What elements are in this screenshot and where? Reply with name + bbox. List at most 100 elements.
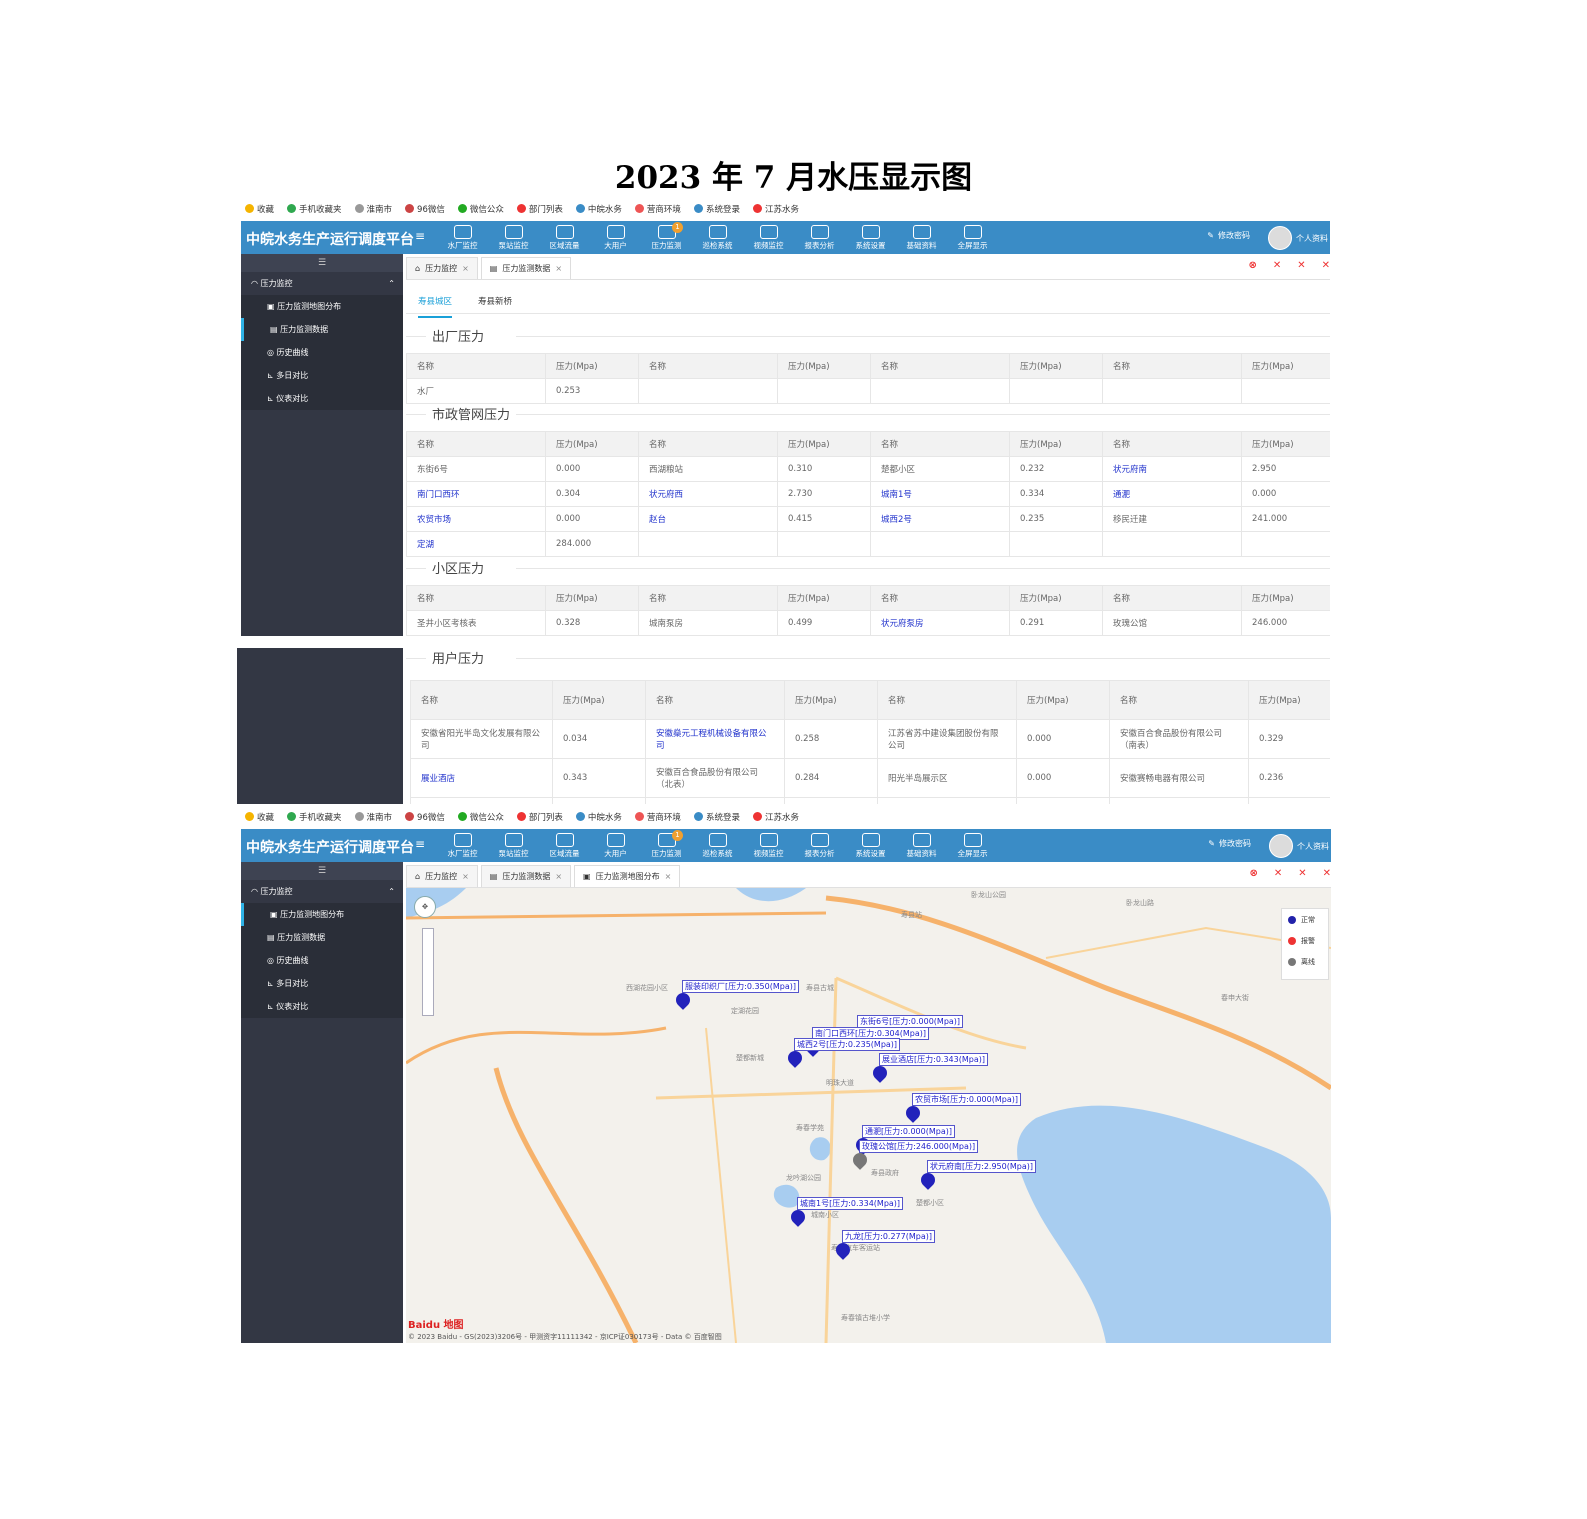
nav-item[interactable]: 系统设置 <box>845 831 896 859</box>
pressure-marker-label[interactable]: 九龙[压力:0.277(Mpa)] <box>842 1230 935 1243</box>
sidebar-item-meter[interactable]: ⊾ 仪表对比 <box>241 995 403 1018</box>
nav-item[interactable]: 巡检系统 <box>692 831 743 859</box>
tab-pressure-data[interactable]: ▤ 压力监测数据 × <box>480 865 572 887</box>
nav-item[interactable]: 报表分析 <box>794 831 845 859</box>
close-all-icon[interactable]: ⊗ <box>1249 868 1257 879</box>
nav-item[interactable]: 视频监控 <box>743 223 794 251</box>
close-icon[interactable]: × <box>665 872 672 881</box>
change-password-link[interactable]: ✎ 修改密码 <box>1207 230 1250 241</box>
sidebar-item-multiday[interactable]: ⊾ 多日对比 <box>241 972 403 995</box>
zoom-slider[interactable] <box>422 928 434 1016</box>
close-other-icon[interactable]: ✕ <box>1297 260 1305 271</box>
map-zoom-control[interactable]: ✥ <box>414 896 436 918</box>
close-icon[interactable]: ✕ <box>1322 260 1330 271</box>
pressure-marker-label[interactable]: 展业酒店[压力:0.343(Mpa)] <box>879 1053 988 1066</box>
nav-item[interactable]: 水厂监控 <box>437 223 488 251</box>
profile-menu[interactable]: 个人资料 <box>1268 226 1328 250</box>
sidebar-toggle[interactable]: ☰ <box>241 254 403 272</box>
sidebar-item-map[interactable]: ▣ 压力监测地图分布 <box>241 295 403 318</box>
station-name[interactable]: 通淝 <box>1102 481 1242 507</box>
tab-pressure-map[interactable]: ▣ 压力监测地图分布 × <box>574 865 681 887</box>
pressure-marker-label[interactable]: 玫瑰公馆[压力:246.000(Mpa)] <box>859 1140 979 1153</box>
station-name[interactable]: 城南1号 <box>870 481 1010 507</box>
bookmark-item[interactable]: 系统登录 <box>693 811 740 823</box>
sidebar-group-pressure[interactable]: ◠ 压力监控 ⌃ <box>241 272 403 295</box>
sidebar-group-pressure[interactable]: ◠ 压力监控 ⌃ <box>241 880 403 903</box>
bookmark-item[interactable]: 收藏 <box>245 203 274 215</box>
bookmark-item[interactable]: 部门列表 <box>516 811 563 823</box>
station-name[interactable]: 展业酒店 <box>410 758 553 798</box>
bookmark-item[interactable]: 江苏水务 <box>752 811 799 823</box>
pressure-marker-label[interactable]: 城南1号[压力:0.334(Mpa)] <box>797 1197 904 1210</box>
bookmark-item[interactable]: 淮南市 <box>354 203 392 215</box>
station-name[interactable]: 春申学苑 <box>645 797 785 804</box>
bookmark-item[interactable]: 收藏 <box>245 811 274 823</box>
nav-item[interactable]: 压力监测 1 <box>641 830 692 859</box>
nav-item[interactable]: 大用户 <box>590 223 641 251</box>
bookmark-item[interactable]: 微信公众 <box>457 203 504 215</box>
close-left-icon[interactable]: ✕ <box>1274 868 1282 879</box>
pressure-marker-label[interactable]: 状元府南[压力:2.950(Mpa)] <box>927 1160 1036 1173</box>
nav-item[interactable]: 系统设置 <box>845 223 896 251</box>
bookmark-item[interactable]: 系统登录 <box>693 203 740 215</box>
station-name[interactable]: 状元府西 <box>638 481 778 507</box>
bookmark-item[interactable]: 96微信 <box>405 811 445 823</box>
nav-item[interactable]: 视频监控 <box>743 831 794 859</box>
nav-item[interactable]: 全屏显示 <box>947 831 998 859</box>
subtab-shouxian-xinqiao[interactable]: 寿县新桥 <box>478 295 512 318</box>
close-icon[interactable]: × <box>555 264 562 273</box>
nav-item[interactable]: 巡检系统 <box>692 223 743 251</box>
station-name[interactable]: 城西2号 <box>870 506 1010 532</box>
bookmark-item[interactable]: 中皖水务 <box>575 811 622 823</box>
subtab-shouxian-city[interactable]: 寿县城区 <box>418 295 453 318</box>
pressure-marker-label[interactable]: 农贸市场[压力:0.000(Mpa)] <box>912 1093 1021 1106</box>
pan-icon[interactable]: ✥ <box>414 896 436 918</box>
pressure-map[interactable]: ✥ 卧龙山公园 卧龙山路 寿县站 西湖花园小区 寿县古城 定湖花园 楚都新城 明珠大道 寿春学苑… <box>406 888 1331 1343</box>
close-left-icon[interactable]: ✕ <box>1273 260 1281 271</box>
close-icon[interactable]: × <box>462 264 469 273</box>
nav-item[interactable]: 基础资料 <box>896 831 947 859</box>
station-name[interactable]: 状元府泵房 <box>870 610 1010 636</box>
nav-item[interactable]: 泵站监控 <box>488 223 539 251</box>
tab-pressure-control[interactable]: ⌂ 压力监控 × <box>406 865 478 887</box>
tab-pressure-data[interactable]: ▤ 压力监测数据 × <box>480 257 572 279</box>
pressure-marker-label[interactable]: 服装印织厂[压力:0.350(Mpa)] <box>682 980 799 993</box>
sidebar-item-multiday[interactable]: ⊾ 多日对比 <box>241 364 403 387</box>
station-name[interactable]: 状元府南 <box>1102 456 1242 482</box>
station-name[interactable]: 农贸市场 <box>406 506 546 532</box>
station-name[interactable]: 安徽燊元工程机械设备有限公司 <box>645 719 785 759</box>
bookmark-item[interactable]: 96微信 <box>405 203 445 215</box>
pressure-marker-label[interactable]: 通淝[压力:0.000(Mpa)] <box>862 1125 955 1138</box>
sidebar-item-map[interactable]: ▣ 压力监测地图分布 <box>241 903 403 926</box>
close-icon[interactable]: ✕ <box>1323 868 1331 879</box>
bookmark-item[interactable]: 江苏水务 <box>752 203 799 215</box>
menu-toggle-icon[interactable]: ≡ <box>415 837 425 851</box>
nav-item[interactable]: 区域流量 <box>539 831 590 859</box>
change-password-link[interactable]: ✎ 修改密码 <box>1208 838 1251 849</box>
bookmark-item[interactable]: 淮南市 <box>354 811 392 823</box>
pressure-marker-label[interactable]: 城西2号[压力:0.235(Mpa)] <box>794 1038 901 1051</box>
sidebar-item-data[interactable]: ▤ 压力监测数据 <box>241 926 403 949</box>
nav-item[interactable]: 全屏显示 <box>947 223 998 251</box>
nav-item[interactable]: 区域流量 <box>539 223 590 251</box>
sidebar-item-history[interactable]: ◎ 历史曲线 <box>241 341 403 364</box>
station-name[interactable]: 赵台 <box>638 506 778 532</box>
tab-pressure-control[interactable]: ⌂ 压力监控 × <box>406 257 478 279</box>
close-icon[interactable]: × <box>462 872 469 881</box>
station-name[interactable]: 南门口西环 <box>406 481 546 507</box>
station-name[interactable]: 定湖 <box>406 531 546 557</box>
close-icon[interactable]: × <box>555 872 562 881</box>
nav-item[interactable]: 报表分析 <box>794 223 845 251</box>
nav-item[interactable]: 压力监测 1 <box>641 222 692 251</box>
bookmark-item[interactable]: 微信公众 <box>457 811 504 823</box>
bookmark-item[interactable]: 部门列表 <box>516 203 563 215</box>
menu-toggle-icon[interactable]: ≡ <box>415 229 425 243</box>
sidebar-item-data[interactable]: ▤ 压力监测数据 <box>241 318 403 341</box>
nav-item[interactable]: 水厂监控 <box>437 831 488 859</box>
nav-item[interactable]: 基础资料 <box>896 223 947 251</box>
profile-menu[interactable]: 个人资料 <box>1269 834 1329 858</box>
sidebar-item-history[interactable]: ◎ 历史曲线 <box>241 949 403 972</box>
bookmark-item[interactable]: 营商环境 <box>634 203 681 215</box>
close-all-icon[interactable]: ⊗ <box>1248 260 1256 271</box>
bookmark-item[interactable]: 手机收藏夹 <box>287 203 342 215</box>
